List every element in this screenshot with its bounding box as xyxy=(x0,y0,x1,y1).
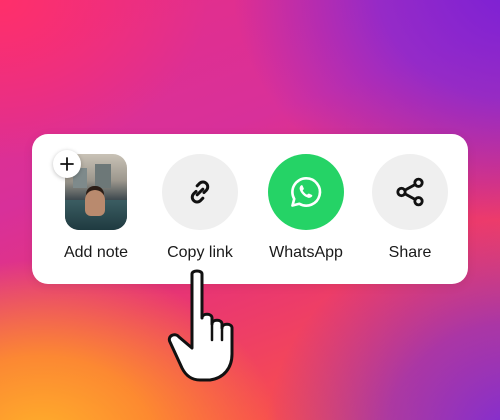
whatsapp-button[interactable]: WhatsApp xyxy=(254,154,358,274)
whatsapp-label: WhatsApp xyxy=(269,244,343,261)
whatsapp-icon xyxy=(291,177,322,207)
note-thumbnail[interactable] xyxy=(53,150,127,230)
add-note-label: Add note xyxy=(63,244,129,261)
plus-icon[interactable] xyxy=(53,150,81,178)
add-note-button[interactable]: Add note xyxy=(44,150,148,274)
share-label: Share xyxy=(388,244,432,261)
copy-link-button[interactable]: Copy link xyxy=(148,154,252,274)
share-button[interactable]: Share xyxy=(358,154,462,274)
share-sheet: Add note Copy link WhatsApp Share xyxy=(32,134,468,284)
whatsapp-circle[interactable] xyxy=(268,154,344,230)
share-circle[interactable] xyxy=(372,154,448,230)
link-icon xyxy=(190,180,210,204)
copy-link-circle[interactable] xyxy=(162,154,238,230)
pointing-hand-icon xyxy=(167,269,234,382)
share-icon xyxy=(396,177,424,207)
copy-link-label: Copy link xyxy=(167,244,233,261)
